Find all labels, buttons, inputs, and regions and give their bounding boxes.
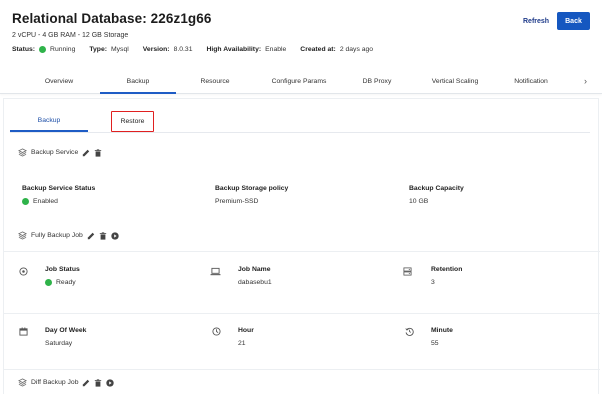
backup-capacity-field: Backup Capacity 10 GB (409, 185, 464, 205)
layers-icon (18, 378, 27, 387)
tab-notification[interactable]: Notification (503, 70, 559, 94)
divider (4, 251, 600, 252)
backup-panel: Backup Restore Backup Service Backup Ser… (3, 98, 600, 394)
diff-backup-job-header: Diff Backup Job (18, 378, 115, 387)
main-tabs: Overview Backup Resource Configure Param… (0, 70, 602, 94)
type-value: Mysql (111, 46, 129, 53)
backup-capacity-value: 10 GB (409, 198, 429, 205)
tab-configure-params[interactable]: Configure Params (258, 70, 340, 94)
laptop-icon (210, 267, 221, 276)
hour-value: 21 (238, 340, 246, 347)
play-circle-icon[interactable] (106, 378, 115, 387)
status-value: Running (50, 46, 76, 53)
minute-value: 55 (431, 340, 439, 347)
refresh-button[interactable]: Refresh (523, 13, 549, 29)
subtab-restore[interactable]: Restore (111, 111, 154, 132)
job-status-field: Job Status Ready (45, 266, 80, 286)
section-title: Backup Service (31, 149, 79, 156)
enabled-status-dot-icon (22, 198, 29, 205)
instance-specs: 2 vCPU - 4 GB RAM - 12 GB Storage (12, 32, 129, 39)
edit-pencil-icon[interactable] (82, 379, 90, 387)
layers-icon (18, 148, 27, 157)
tab-resource[interactable]: Resource (188, 70, 242, 94)
calendar-icon (19, 327, 28, 336)
database-header: Relational Database: 226z1g66 2 vCPU - 4… (0, 0, 602, 94)
tab-overview[interactable]: Overview (30, 70, 88, 94)
day-of-week-field: Day Of Week Saturday (45, 327, 87, 347)
clock-icon (212, 327, 221, 336)
job-name-field: Job Name dabasebu1 (238, 266, 272, 286)
play-circle-icon[interactable] (111, 231, 119, 240)
tab-db-proxy[interactable]: DB Proxy (352, 70, 402, 94)
version-value: 8.0.31 (173, 46, 193, 53)
instance-meta: Status: Running Type: Mysql Version: 8.0… (12, 46, 387, 53)
created-at-value: 2 days ago (339, 46, 374, 53)
backup-subtabs: Backup Restore (10, 111, 590, 133)
divider (4, 369, 600, 370)
section-title: Fully Backup Job (31, 232, 83, 239)
ready-status-dot-icon (45, 279, 52, 286)
section-title: Diff Backup Job (31, 379, 79, 386)
meta-type: Type: Mysql (89, 46, 129, 53)
page-title: Relational Database: 226z1g66 (12, 11, 212, 26)
meta-high-availability: High Availability: Enable (206, 46, 287, 53)
edit-pencil-icon[interactable] (82, 149, 90, 157)
tab-backup[interactable]: Backup (100, 70, 176, 94)
backup-storage-policy-value: Premium-SSD (215, 198, 259, 205)
running-status-dot-icon (39, 46, 47, 53)
delete-trash-icon[interactable] (99, 231, 107, 240)
delete-trash-icon[interactable] (94, 378, 102, 387)
backup-service-status-value: Enabled (33, 198, 58, 205)
backup-storage-policy-field: Backup Storage policy Premium-SSD (215, 185, 289, 205)
delete-trash-icon[interactable] (94, 148, 102, 157)
layers-icon (18, 231, 27, 240)
hour-field: Hour 21 (238, 327, 254, 347)
history-icon (405, 327, 414, 336)
subtab-backup[interactable]: Backup (10, 111, 88, 132)
backup-service-status-field: Backup Service Status Enabled (22, 185, 96, 205)
retention-value: 3 (431, 279, 435, 286)
clock-circle-icon (19, 267, 28, 276)
meta-status: Status: Running (12, 46, 76, 53)
job-status-value: Ready (56, 279, 76, 286)
job-name-value: dabasebu1 (238, 279, 272, 286)
divider (4, 313, 600, 314)
minute-field: Minute 55 (431, 327, 453, 347)
meta-version: Version: 8.0.31 (142, 46, 193, 53)
chevron-right-icon[interactable]: › (584, 70, 587, 94)
retention-field: Retention 3 (431, 266, 463, 286)
backup-service-header: Backup Service (18, 148, 102, 157)
high-availability-value: Enable (265, 46, 287, 53)
fully-backup-job-header: Fully Backup Job (18, 231, 119, 240)
meta-created-at: Created at: 2 days ago (300, 46, 374, 53)
server-icon (403, 267, 412, 276)
day-of-week-value: Saturday (45, 340, 73, 347)
back-button[interactable]: Back (557, 12, 590, 30)
edit-pencil-icon[interactable] (87, 232, 95, 240)
tab-vertical-scaling[interactable]: Vertical Scaling (417, 70, 493, 94)
